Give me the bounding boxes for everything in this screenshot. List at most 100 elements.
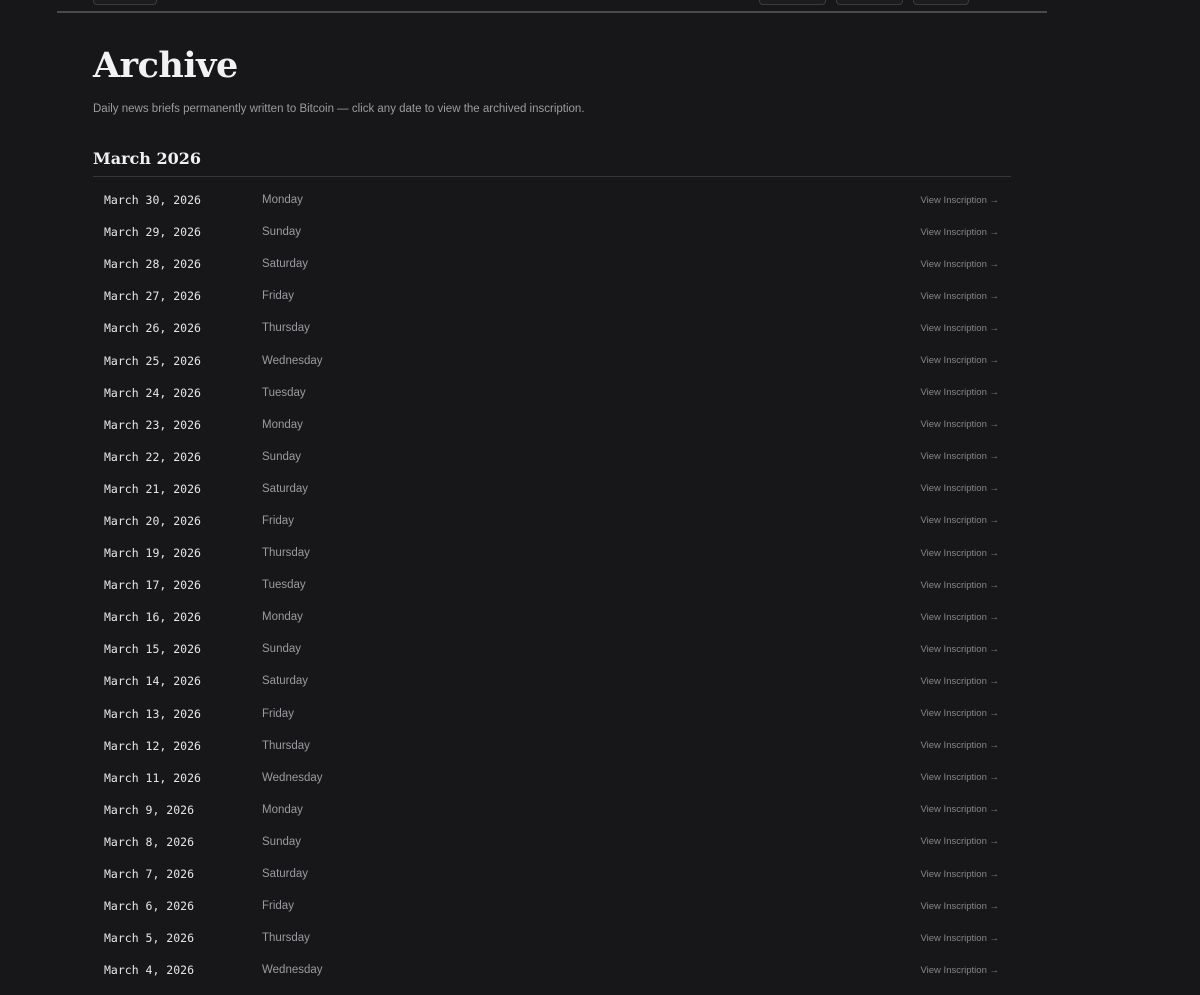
archive-entry-row[interactable]: March 6, 2026 Friday View Inscription → [93,890,1011,922]
page-subtitle: Daily news briefs permanently written to… [93,103,585,115]
nav-button-1[interactable] [759,0,826,5]
view-inscription-link[interactable]: View Inscription → [921,836,1000,847]
archive-content: Archive Daily news briefs permanently wr… [93,40,1011,986]
view-inscription-link[interactable]: View Inscription → [921,387,1000,398]
entry-weekday: Saturday [262,258,309,271]
archive-entry-row[interactable]: March 26, 2026 Thursday View Inscription → [93,312,1011,344]
archive-entry-row[interactable]: March 8, 2026 Sunday View Inscription → [93,826,1011,858]
entry-date[interactable]: March 28, 2026 [104,257,201,271]
view-inscription-link[interactable]: View Inscription → [921,227,1000,238]
archive-entry-row[interactable]: March 7, 2026 Saturday View Inscription → [93,858,1011,890]
entry-weekday: Wednesday [262,964,323,977]
view-inscription-link[interactable]: View Inscription → [921,580,1000,591]
view-inscription-link[interactable]: View Inscription → [921,965,1000,976]
archive-entry-row[interactable]: March 5, 2026 Thursday View Inscription → [93,922,1011,954]
archive-entry-row[interactable]: March 28, 2026 Saturday View Inscription → [93,248,1011,280]
entry-date[interactable]: March 14, 2026 [104,674,201,688]
view-inscription-link[interactable]: View Inscription → [921,259,1000,270]
archive-page: Archive Daily news briefs permanently wr… [0,0,1200,995]
view-inscription-link[interactable]: View Inscription → [921,644,1000,655]
view-inscription-link[interactable]: View Inscription → [921,419,1000,430]
archive-entry-row[interactable]: March 22, 2026 Sunday View Inscription → [93,441,1011,473]
view-inscription-link[interactable]: View Inscription → [921,323,1000,334]
archive-entry-row[interactable]: March 30, 2026 Monday View Inscription → [93,184,1011,216]
view-inscription-link[interactable]: View Inscription → [921,869,1000,880]
entry-date[interactable]: March 20, 2026 [104,514,201,528]
view-inscription-link[interactable]: View Inscription → [921,515,1000,526]
archive-entry-row[interactable]: March 16, 2026 Monday View Inscription → [93,601,1011,633]
archive-entry-row[interactable]: March 4, 2026 Wednesday View Inscription → [93,954,1011,986]
archive-entry-row[interactable]: March 14, 2026 Saturday View Inscription → [93,665,1011,697]
archive-entry-row[interactable]: March 20, 2026 Friday View Inscription → [93,505,1011,537]
view-inscription-link[interactable]: View Inscription → [921,772,1000,783]
entry-date[interactable]: March 23, 2026 [104,418,201,432]
entry-weekday: Friday [262,290,294,303]
entry-date[interactable]: March 29, 2026 [104,225,201,239]
view-inscription-link[interactable]: View Inscription → [921,451,1000,462]
archive-entry-row[interactable]: March 24, 2026 Tuesday View Inscription → [93,377,1011,409]
archive-entry-row[interactable]: March 29, 2026 Sunday View Inscription → [93,216,1011,248]
entry-weekday: Saturday [262,482,309,495]
view-inscription-link[interactable]: View Inscription → [921,291,1000,302]
view-inscription-link[interactable]: View Inscription → [921,548,1000,559]
entry-weekday: Thursday [262,932,310,945]
entry-date[interactable]: March 6, 2026 [104,899,194,913]
entry-date[interactable]: March 27, 2026 [104,289,201,303]
entry-date[interactable]: March 17, 2026 [104,578,201,592]
entry-weekday: Tuesday [262,386,306,399]
entry-date[interactable]: March 9, 2026 [104,803,194,817]
entry-date[interactable]: March 5, 2026 [104,931,194,945]
entry-weekday: Thursday [262,322,310,335]
entry-date[interactable]: March 25, 2026 [104,354,201,368]
view-inscription-link[interactable]: View Inscription → [921,933,1000,944]
nav-button-2[interactable] [836,0,903,5]
entry-date[interactable]: March 26, 2026 [104,321,201,335]
entry-date[interactable]: March 22, 2026 [104,450,201,464]
entry-date[interactable]: March 30, 2026 [104,193,201,207]
entry-date[interactable]: March 24, 2026 [104,386,201,400]
view-inscription-link[interactable]: View Inscription → [921,708,1000,719]
archive-entry-row[interactable]: March 27, 2026 Friday View Inscription → [93,280,1011,312]
archive-entry-row[interactable]: March 21, 2026 Saturday View Inscription → [93,473,1011,505]
entry-weekday: Friday [262,707,294,720]
view-inscription-link[interactable]: View Inscription → [921,676,1000,687]
entry-date[interactable]: March 13, 2026 [104,707,201,721]
view-inscription-link[interactable]: View Inscription → [921,195,1000,206]
entry-date[interactable]: March 7, 2026 [104,867,194,881]
archive-entry-row[interactable]: March 11, 2026 Wednesday View Inscription … [93,762,1011,794]
entry-weekday: Thursday [262,547,310,560]
archive-entry-list: March 30, 2026 Monday View Inscription → Ma… [93,184,1011,986]
entry-date[interactable]: March 11, 2026 [104,771,201,785]
view-inscription-link[interactable]: View Inscription → [921,740,1000,751]
entry-date[interactable]: March 12, 2026 [104,739,201,753]
archive-entry-row[interactable]: March 9, 2026 Monday View Inscription → [93,794,1011,826]
entry-date[interactable]: March 8, 2026 [104,835,194,849]
home-logo-button[interactable] [93,0,157,5]
archive-entry-row[interactable]: March 13, 2026 Friday View Inscription → [93,698,1011,730]
entry-date[interactable]: March 15, 2026 [104,642,201,656]
entry-date[interactable]: March 21, 2026 [104,482,201,496]
nav-button-3[interactable] [913,0,969,5]
entry-weekday: Friday [262,900,294,913]
archive-entry-row[interactable]: March 25, 2026 Wednesday View Inscription … [93,344,1011,376]
entry-weekday: Sunday [262,226,302,239]
archive-entry-row[interactable]: March 15, 2026 Sunday View Inscription → [93,633,1011,665]
archive-entry-row[interactable]: March 19, 2026 Thursday View Inscription → [93,537,1011,569]
entry-weekday: Wednesday [262,354,323,367]
archive-entry-row[interactable]: March 17, 2026 Tuesday View Inscription → [93,569,1011,601]
archive-entry-row[interactable]: March 12, 2026 Thursday View Inscription → [93,730,1011,762]
entry-date[interactable]: March 16, 2026 [104,610,201,624]
archive-entry-row[interactable]: March 23, 2026 Monday View Inscription → [93,409,1011,441]
entry-weekday: Sunday [262,835,302,848]
entry-weekday: Wednesday [262,771,323,784]
view-inscription-link[interactable]: View Inscription → [921,355,1000,366]
entry-date[interactable]: March 4, 2026 [104,963,194,977]
entry-weekday: Thursday [262,739,310,752]
view-inscription-link[interactable]: View Inscription → [921,804,1000,815]
entry-weekday: Tuesday [262,579,306,592]
entry-date[interactable]: March 19, 2026 [104,546,201,560]
entry-weekday: Sunday [262,643,302,656]
view-inscription-link[interactable]: View Inscription → [921,612,1000,623]
view-inscription-link[interactable]: View Inscription → [921,901,1000,912]
view-inscription-link[interactable]: View Inscription → [921,483,1000,494]
